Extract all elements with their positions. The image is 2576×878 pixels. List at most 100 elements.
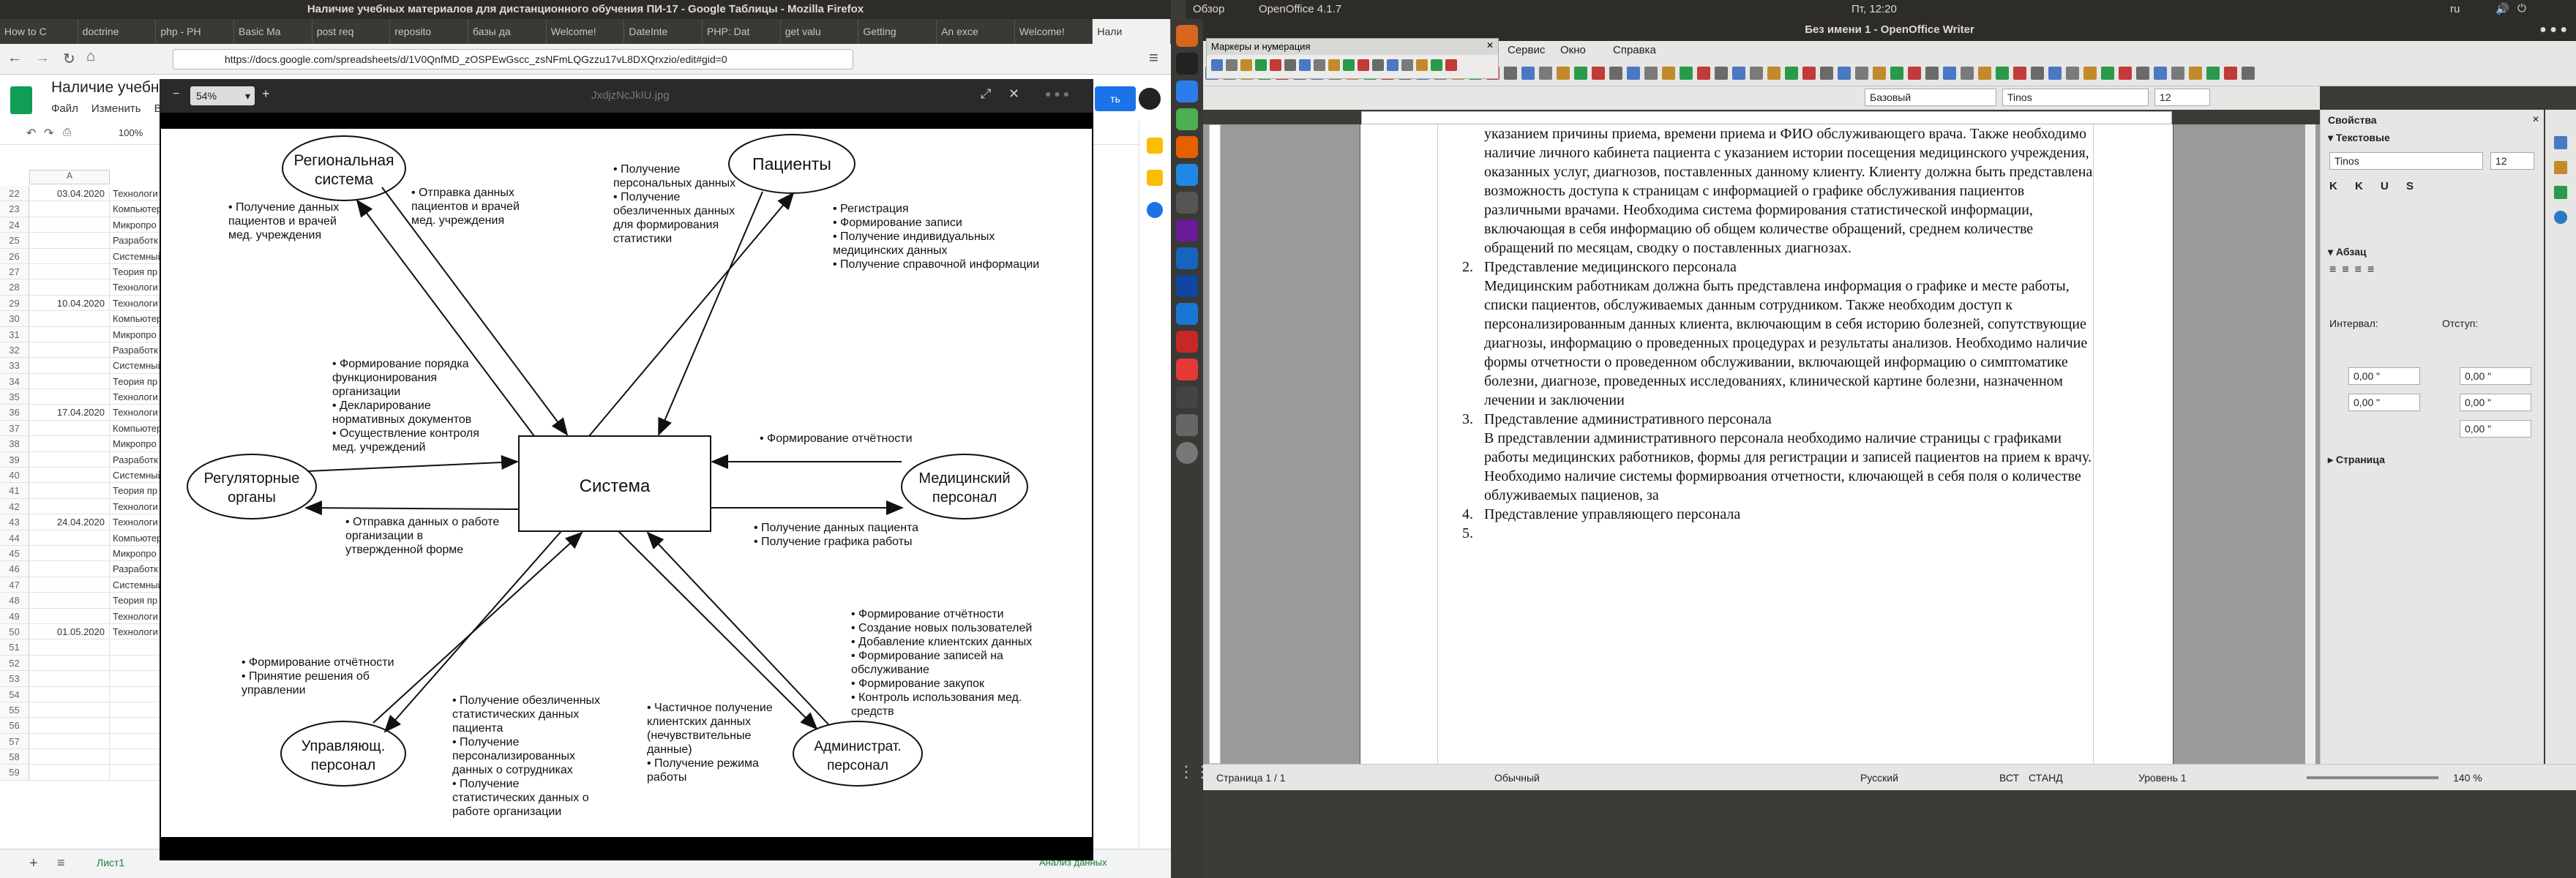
row-number[interactable]: 54 [0, 686, 29, 702]
toolbar-button-icon[interactable] [1855, 67, 1868, 80]
editor-icon[interactable] [1176, 192, 1198, 214]
cell[interactable]: Технологи [110, 279, 161, 294]
writer-menu-item[interactable]: Сервис [1508, 44, 1545, 56]
toolbar-button-icon[interactable] [1802, 67, 1816, 80]
cell[interactable] [29, 233, 110, 248]
table-row[interactable]: 38 Микропро [0, 436, 161, 452]
cell[interactable] [110, 656, 161, 670]
cell[interactable]: Компьютер [110, 201, 161, 216]
undo-icon[interactable]: ↶ [26, 126, 36, 140]
toolbar-button-icon[interactable] [1890, 67, 1903, 80]
row-number[interactable]: 57 [0, 733, 29, 749]
row-number[interactable]: 39 [0, 451, 29, 468]
cell[interactable] [110, 718, 161, 732]
cell[interactable] [110, 749, 161, 764]
toolbar-button-icon[interactable] [1680, 67, 1693, 80]
spacing-below-field[interactable]: 0,00 " [2348, 394, 2420, 411]
table-row[interactable]: 59 [0, 765, 161, 781]
cell[interactable] [29, 358, 110, 373]
browser-tab[interactable]: php - PH [156, 19, 235, 44]
cell[interactable]: Технологи [110, 624, 161, 639]
numbering-button-icon[interactable] [1314, 59, 1325, 71]
row-number[interactable]: 44 [0, 530, 29, 545]
browser-tab[interactable]: Welcome! [547, 19, 625, 44]
cell[interactable]: 01.05.2020 [29, 623, 110, 639]
row-number[interactable]: 23 [0, 201, 29, 217]
firefox-icon[interactable] [1176, 136, 1198, 158]
browser-tab[interactable]: reposito [390, 19, 469, 44]
zoom-slider[interactable] [2307, 776, 2438, 779]
first-line-indent-field[interactable]: 0,00 " [2460, 420, 2531, 438]
cell[interactable] [29, 686, 110, 702]
cell[interactable]: Технологи [110, 514, 161, 529]
cell[interactable] [29, 498, 110, 514]
cell[interactable] [110, 671, 161, 686]
toolbar-button-icon[interactable] [2154, 67, 2167, 80]
row-number[interactable]: 33 [0, 358, 29, 373]
row-number[interactable]: 40 [0, 468, 29, 483]
window-controls-icon[interactable]: ● ● ● [1045, 88, 1069, 100]
cell[interactable]: Компьютер [110, 421, 161, 435]
row-number[interactable]: 30 [0, 311, 29, 326]
cell[interactable] [29, 593, 110, 608]
toolbar-button-icon[interactable] [1961, 67, 1974, 80]
cell[interactable]: Микропро [110, 436, 161, 451]
browser-tab[interactable]: get valu [781, 19, 859, 44]
table-row[interactable]: 30 Компьютер [0, 311, 161, 327]
table-row[interactable]: 53 [0, 671, 161, 687]
numbering-button-icon[interactable] [1211, 59, 1223, 71]
toolbar-button-icon[interactable] [1697, 67, 1710, 80]
cell[interactable] [29, 733, 110, 749]
cell[interactable]: Технологи [110, 186, 161, 200]
toolbar-button-icon[interactable] [1908, 67, 1921, 80]
toolbar-button-icon[interactable] [2066, 67, 2079, 80]
cell[interactable]: Технологи [110, 296, 161, 310]
home-icon[interactable]: ⌂ [86, 48, 95, 65]
add-sheet-icon[interactable]: + [29, 855, 38, 872]
column-header-a[interactable]: A [29, 170, 110, 184]
table-row[interactable]: 55 [0, 702, 161, 718]
writer-menu-item[interactable]: Справка [1613, 44, 1656, 56]
status-language[interactable]: Русский [1860, 772, 1999, 784]
browser-tab[interactable]: базы да [468, 19, 547, 44]
numbering-button-icon[interactable] [1431, 59, 1442, 71]
row-number[interactable]: 50 [0, 623, 29, 639]
toolbar-button-icon[interactable] [1820, 67, 1833, 80]
calendar-icon[interactable] [1147, 138, 1163, 154]
share-button[interactable]: ть [1095, 86, 1136, 111]
table-row[interactable]: 43 24.04.2020 Технологи [0, 514, 161, 530]
app-menu[interactable]: OpenOffice 4.1.7 [1259, 3, 1341, 15]
cell[interactable]: Разработк [110, 452, 161, 467]
datagrip-icon[interactable] [1176, 247, 1198, 269]
reload-icon[interactable]: ↻ [63, 50, 75, 68]
browser-tab[interactable]: Нали [1093, 19, 1172, 44]
app2-icon[interactable] [1176, 359, 1198, 380]
navigator-tab-icon[interactable] [2554, 211, 2567, 224]
table-row[interactable]: 31 Микропро [0, 326, 161, 342]
toolbar-button-icon[interactable] [1715, 67, 1728, 80]
table-row[interactable]: 50 01.05.2020 Технологи [0, 623, 161, 640]
section-page[interactable]: ▸ Страница [2328, 454, 2385, 466]
avatar[interactable] [1139, 88, 1161, 110]
row-number[interactable]: 51 [0, 639, 29, 655]
toolbar-button-icon[interactable] [1521, 67, 1535, 80]
status-insert-mode[interactable]: ВСТ [1999, 772, 2029, 784]
browser-tab[interactable]: PHP: Dat [703, 19, 781, 44]
toolbar-button-icon[interactable] [2119, 67, 2132, 80]
cell[interactable]: 03.04.2020 [29, 186, 110, 201]
cell[interactable] [29, 201, 110, 217]
zoom-select[interactable]: 54% ▾ [190, 86, 255, 105]
vertical-scrollbar[interactable] [2305, 124, 2315, 764]
row-number[interactable]: 27 [0, 263, 29, 279]
toolbar-button-icon[interactable] [1557, 67, 1570, 80]
sheets-menu-item[interactable]: Изменить [91, 102, 141, 115]
cell[interactable] [29, 702, 110, 718]
toolbar-button-icon[interactable] [1609, 67, 1622, 80]
table-row[interactable]: 40 Системный [0, 468, 161, 484]
cell[interactable]: Компьютер [110, 311, 161, 326]
cell[interactable]: Теория пр [110, 593, 161, 607]
cell[interactable]: 10.04.2020 [29, 295, 110, 311]
horizontal-ruler[interactable] [1361, 111, 2172, 124]
row-number[interactable]: 25 [0, 233, 29, 248]
cell[interactable] [29, 639, 110, 655]
